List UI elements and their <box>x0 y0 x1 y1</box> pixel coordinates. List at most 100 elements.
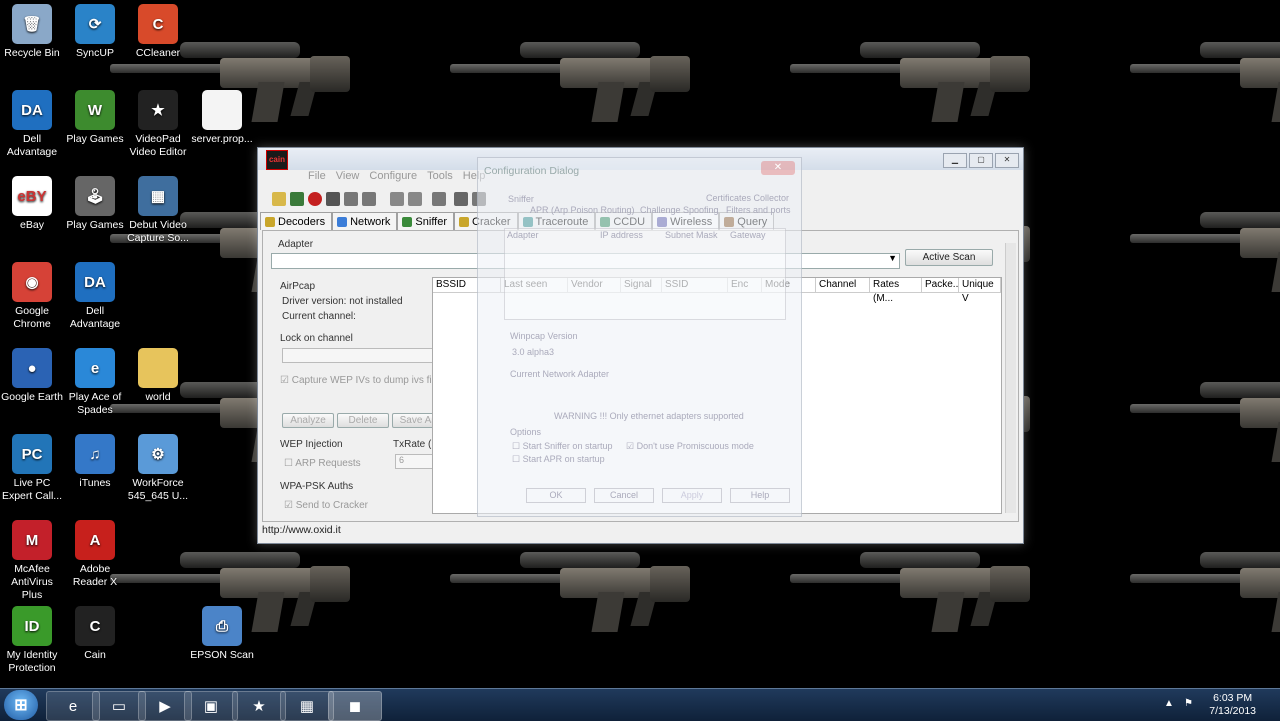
column-header[interactable]: Channel <box>816 278 870 293</box>
desktop-icon-label: EPSON Scan <box>190 649 254 661</box>
desktop-icon[interactable]: PC Live PC Expert Call... <box>0 434 64 503</box>
taskbar: ⊞ e ▭ ▶ ▣ ★ ▦ ◼ ▲ ⚑ 6:03 PM 7/13/2013 <box>0 688 1280 721</box>
tray-arrow-icon[interactable]: ▲ <box>1164 698 1174 709</box>
taskbar-debut-icon[interactable]: ▦ <box>280 691 334 721</box>
dialog-tab-filters[interactable]: Filters and ports <box>726 205 791 215</box>
sniffer-icon[interactable] <box>290 192 304 206</box>
dialog-ok-button[interactable]: OK <box>526 488 586 503</box>
desktop-icon[interactable]: ● Google Earth <box>0 348 64 404</box>
import-icon[interactable] <box>432 192 446 206</box>
desktop-icon[interactable]: ID My Identity Protection <box>0 606 64 675</box>
tab-network[interactable]: Network <box>332 212 398 230</box>
itunes-icon: ♫ <box>75 434 115 474</box>
menu-file[interactable]: File <box>308 170 326 182</box>
close-button[interactable]: ✕ <box>995 153 1019 168</box>
promiscuous-checkbox[interactable]: ☑ Don't use Promiscuous mode <box>626 441 754 452</box>
desktop-icon[interactable]: ⎙ EPSON Scan <box>190 606 254 662</box>
desktop-icon[interactable]: ◉ Google Chrome <box>0 262 64 331</box>
dialog-tab-certificates[interactable]: Certificates Collector <box>706 193 789 203</box>
desktop-icon[interactable]: DA Dell Advantage <box>63 262 127 331</box>
dialog-cancel-button[interactable]: Cancel <box>594 488 654 503</box>
desktop-icon[interactable]: C CCleaner <box>126 4 190 60</box>
tab-decoders[interactable]: Decoders <box>260 212 333 230</box>
start-apr-checkbox[interactable]: ☐ Start APR on startup <box>512 454 605 465</box>
column-header[interactable]: Packe... <box>922 278 961 293</box>
tray-flag-icon[interactable]: ⚑ <box>1184 698 1193 709</box>
workforce-icon: ⚙ <box>138 434 178 474</box>
desktop-icon[interactable]: ⚙ WorkForce 545_645 U... <box>126 434 190 503</box>
driver-version-text: Driver version: not installed <box>282 296 403 307</box>
desktop-icon-label: CCleaner <box>135 47 181 59</box>
adapter-label: Adapter <box>278 239 314 250</box>
tab-sniffer[interactable]: Sniffer <box>397 212 455 230</box>
desktop-icon[interactable]: ★ VideoPad Video Editor <box>126 90 190 159</box>
delete-button[interactable]: Delete <box>337 413 389 428</box>
clock-time: 6:03 PM <box>1213 692 1253 704</box>
desktop-icon-label: Dell Advantage <box>6 133 58 158</box>
menu-view[interactable]: View <box>336 170 360 182</box>
start-button[interactable]: ⊞ <box>4 690 38 720</box>
taskbar-cain-icon[interactable]: ◼ <box>328 691 382 721</box>
arp-requests-label: ARP Requests <box>295 458 361 469</box>
minimize-button[interactable]: ▁ <box>943 153 967 168</box>
dialog-adapter-list[interactable]: Adapter IP address Subnet Mask Gateway <box>504 228 786 320</box>
wallpaper-rifle <box>1130 210 1280 300</box>
column-header[interactable]: Unique V <box>959 278 1001 304</box>
desktop-icon[interactable]: ♫ iTunes <box>63 434 127 490</box>
desktop-icon[interactable]: ⟳ SyncUP <box>63 4 127 60</box>
send-to-cracker-checkbox[interactable]: ☑ Send to Cracker <box>284 500 368 511</box>
plus-icon[interactable] <box>390 192 404 206</box>
menu-tools[interactable]: Tools <box>427 170 453 182</box>
desktop-icon[interactable]: e Play Ace of Spades <box>63 348 127 417</box>
desktop-icon[interactable]: ▦ Debut Video Capture So... <box>126 176 190 245</box>
desktop-icon[interactable]: 🕹 Play Games <box>63 176 127 232</box>
decoders-icon <box>265 216 275 227</box>
menu-configure[interactable]: Configure <box>369 170 417 182</box>
taskbar-videopad-icon[interactable]: ★ <box>232 691 286 721</box>
desktop-icon[interactable]: DA Dell Advantage <box>0 90 64 159</box>
send-to-cracker-label: Send to Cracker <box>295 500 369 511</box>
wallpaper-rifle <box>1130 40 1280 130</box>
desktop-icon-label: server.prop... <box>191 133 253 145</box>
start-sniffer-checkbox[interactable]: ☐ Start Sniffer on startup <box>512 441 612 452</box>
column-header[interactable]: Rates (M... <box>870 278 922 304</box>
base64-icon[interactable] <box>344 192 358 206</box>
desktop-icon[interactable]: C Cain <box>63 606 127 662</box>
desktop-icon[interactable]: A Adobe Reader X <box>63 520 127 589</box>
desktop-icon-label: world <box>145 391 171 403</box>
dialog-tab-challenge[interactable]: Challenge Spoofing <box>640 205 719 215</box>
open-icon[interactable] <box>272 192 286 206</box>
wallpaper-rifle <box>790 550 1030 640</box>
vertical-scrollbar[interactable] <box>1005 243 1016 513</box>
dell-advantage-icon: DA <box>75 262 115 302</box>
desktop-icon[interactable]: server.prop... <box>190 90 254 146</box>
analyze-button[interactable]: Analyze <box>282 413 334 428</box>
active-scan-button[interactable]: Active Scan <box>905 249 993 266</box>
remove-icon[interactable] <box>408 192 422 206</box>
cracker-icon <box>459 216 470 227</box>
dialog-tab-apr[interactable]: APR (Arp Poison Routing) <box>530 205 635 215</box>
google-earth-icon: ● <box>12 348 52 388</box>
apr-icon[interactable] <box>308 192 322 206</box>
hash-icon[interactable] <box>362 192 376 206</box>
desktop-icon[interactable]: 🗑 Recycle Bin <box>0 4 64 60</box>
dialog-close-button[interactable]: ✕ <box>761 161 795 175</box>
wallpaper-rifle <box>1130 550 1280 640</box>
arp-requests-checkbox[interactable]: ☐ ARP Requests <box>284 458 361 469</box>
add-icon[interactable] <box>326 192 340 206</box>
desktop-icon[interactable]: W Play Games <box>63 90 127 146</box>
dialog-apply-button[interactable]: Apply <box>662 488 722 503</box>
desktop-icon[interactable]: world <box>126 348 190 404</box>
desktop-icon[interactable]: M McAfee AntiVirus Plus <box>0 520 64 602</box>
taskbar-network-icon[interactable]: ▣ <box>184 691 238 721</box>
capture-wep-label: Capture WEP IVs to dump ivs file <box>291 375 440 386</box>
dialog-tab-sniffer[interactable]: Sniffer <box>508 194 534 204</box>
capture-wep-checkbox[interactable]: ☑ Capture WEP IVs to dump ivs file <box>280 375 439 386</box>
dialog-help-button[interactable]: Help <box>730 488 790 503</box>
syncup-icon: ⟳ <box>75 4 115 44</box>
maximize-button[interactable]: ▢ <box>969 153 993 168</box>
taskbar-clock[interactable]: 6:03 PM 7/13/2013 <box>1209 692 1256 718</box>
calc-icon[interactable] <box>454 192 468 206</box>
tab-label: Network <box>350 215 391 228</box>
desktop-icon[interactable]: eBY eBay <box>0 176 64 232</box>
